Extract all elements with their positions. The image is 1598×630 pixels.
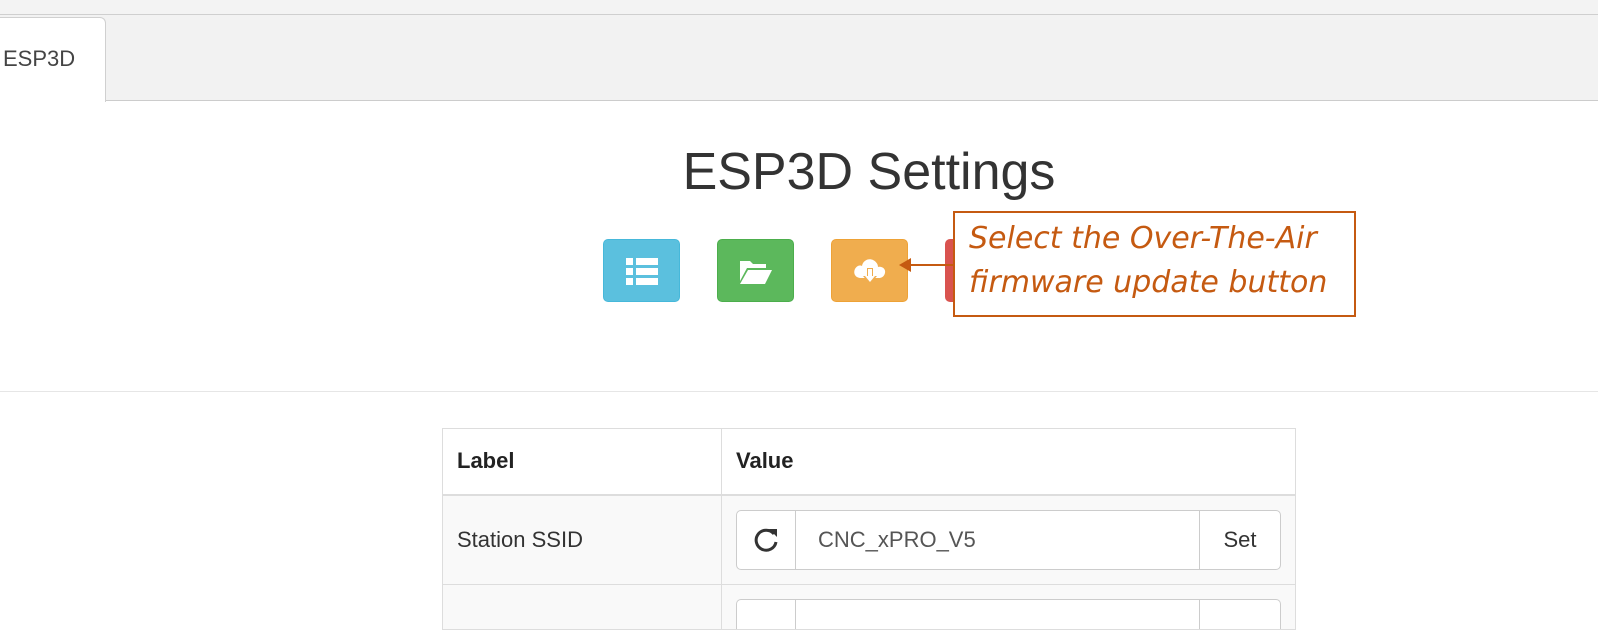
column-header-label: Label (442, 428, 722, 496)
row-label: Station SSID (442, 494, 722, 585)
refresh-button-partial[interactable] (736, 599, 796, 629)
browser-top-strip (0, 0, 1598, 15)
set-button-partial[interactable] (1199, 599, 1281, 629)
list-icon (625, 257, 658, 285)
table-row (442, 584, 1296, 630)
station-ssid-input-group: Set (736, 509, 1281, 570)
refresh-button[interactable] (736, 509, 796, 570)
tab-bar: ESP3D (0, 15, 1598, 102)
set-button[interactable]: Set (1199, 509, 1281, 570)
settings-table: Label Value Station SSID Set (442, 428, 1296, 630)
cloud-download-icon (853, 258, 885, 284)
row-label-partial (442, 584, 722, 630)
row-value-cell: Set (721, 494, 1296, 585)
tab-esp3d[interactable]: ESP3D (0, 17, 106, 102)
page-title: ESP3D Settings (682, 143, 1056, 201)
callout-arrow-line (908, 264, 954, 266)
refresh-icon (754, 528, 778, 552)
station-ssid-input[interactable] (796, 509, 1199, 570)
row-value-cell-partial (721, 584, 1296, 630)
file-manager-button[interactable] (717, 239, 794, 302)
partial-input-group (736, 599, 1281, 629)
table-header-row: Label Value (442, 428, 1296, 496)
ota-update-button[interactable] (831, 239, 908, 302)
settings-list-button[interactable] (603, 239, 680, 302)
table-row: Station SSID Set (442, 494, 1296, 585)
folder-open-icon (739, 260, 772, 284)
tab-label: ESP3D (3, 46, 76, 71)
callout-arrow-head (899, 258, 911, 272)
value-input-partial[interactable] (796, 599, 1199, 629)
callout-annotation: Select the Over-The-Air firmware update … (953, 211, 1356, 317)
section-divider (0, 391, 1598, 392)
column-header-value: Value (721, 428, 1296, 496)
